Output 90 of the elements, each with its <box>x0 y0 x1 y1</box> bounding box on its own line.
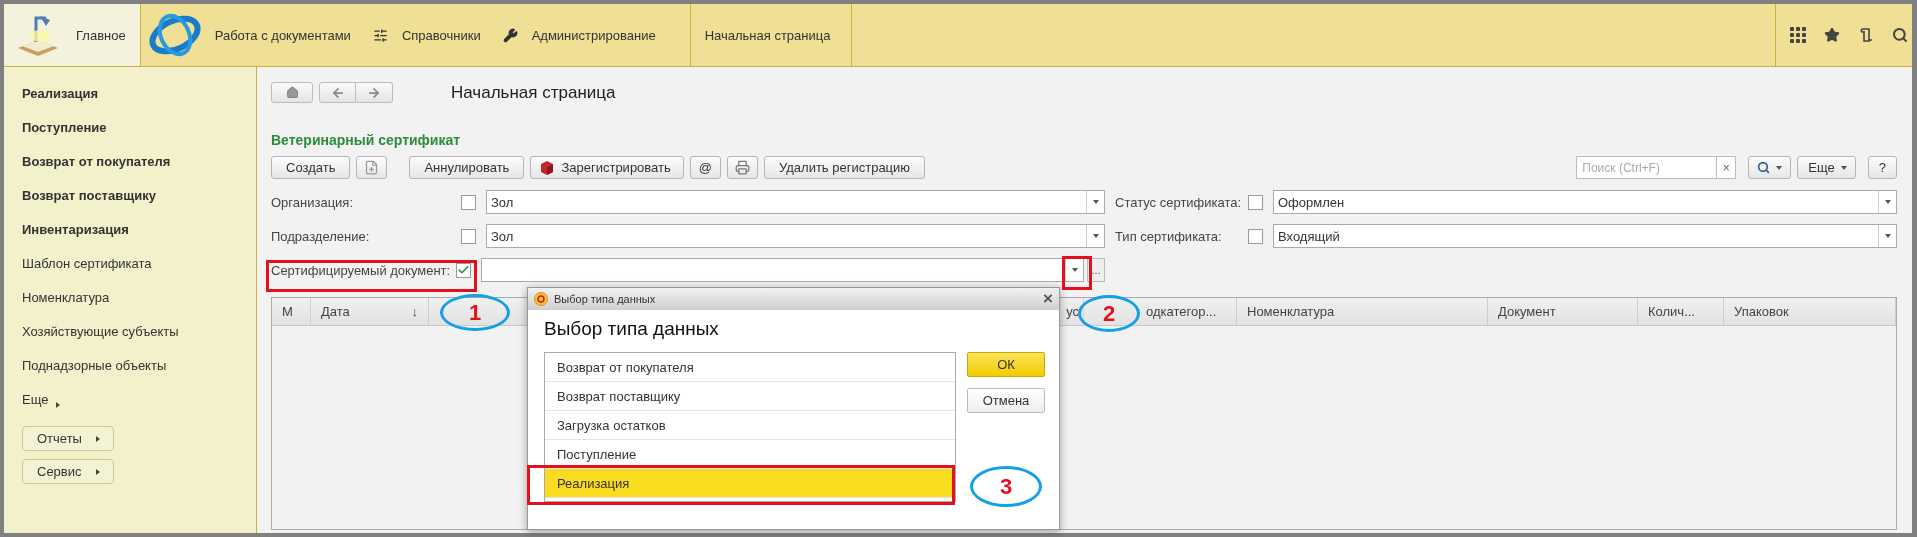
column-header[interactable]: ус <box>1066 304 1079 319</box>
filter-label: Статус сертификата: <box>1115 194 1243 210</box>
toolbar-button[interactable]: @ <box>689 156 721 179</box>
sidebar-link[interactable]: Поднадзорные объекты <box>22 358 256 392</box>
form-title: Ветеринарный сертификат <box>271 132 462 148</box>
select-field[interactable]: Зол <box>486 190 1105 214</box>
select-field[interactable]: Зол <box>486 224 1105 248</box>
nav-section[interactable]: Справочники <box>364 4 495 66</box>
dialog-title: Выбор типа данных <box>554 293 656 305</box>
nav-section[interactable]: Администрирование <box>494 4 670 66</box>
select-field[interactable] <box>481 258 1084 282</box>
clear-button[interactable]: × <box>1716 156 1737 179</box>
caret-icon <box>1071 268 1078 272</box>
step-callout: 3 <box>970 466 1042 507</box>
caret-icon <box>1884 234 1891 238</box>
more-link[interactable]: Еще <box>22 392 256 426</box>
open-tab[interactable]: Начальная страница <box>689 4 852 66</box>
sidebar-link[interactable]: Шаблон сертификата <box>22 256 256 290</box>
caret-icon <box>1776 165 1783 170</box>
dialog-heading: Выбор типа данных <box>544 318 720 340</box>
filter-label: Подразделение: <box>271 228 371 244</box>
arrow-icon <box>56 402 61 408</box>
toolbar-button[interactable] <box>727 156 758 179</box>
nav-section[interactable]: Главное <box>4 4 141 66</box>
step-callout: 1 <box>440 294 510 331</box>
scroll-icon[interactable] <box>1858 27 1874 43</box>
cancel-button[interactable]: Отмена <box>967 388 1045 413</box>
wrench-icon <box>502 27 518 43</box>
search-icon <box>1757 161 1771 174</box>
page-title: Начальная страница <box>451 82 616 103</box>
back-button[interactable] <box>319 82 356 103</box>
checkbox[interactable] <box>461 228 476 244</box>
printer-icon <box>735 160 750 175</box>
close-button[interactable]: × <box>1043 289 1053 309</box>
search-button[interactable] <box>1748 156 1792 179</box>
column-header[interactable]: одкатегор... <box>1146 304 1217 319</box>
column-header[interactable]: Дата <box>321 304 350 319</box>
forward-button[interactable] <box>356 82 393 103</box>
ok-button[interactable]: ОК <box>967 352 1045 377</box>
sort-arrow: ↓ <box>411 304 418 319</box>
search-field[interactable]: Поиск (Ctrl+F) <box>1576 156 1717 179</box>
column-header[interactable]: М <box>282 304 293 319</box>
grid-icon[interactable] <box>1790 27 1806 43</box>
filter-label: Тип сертификата: <box>1115 228 1223 244</box>
list-icon <box>372 27 388 43</box>
select-field[interactable]: Входящий <box>1273 224 1897 248</box>
select-field[interactable]: Оформлен <box>1273 190 1897 214</box>
checkbox[interactable] <box>461 194 476 210</box>
more-button[interactable]: Еще <box>1797 156 1856 179</box>
filter-label: Организация: <box>271 194 355 210</box>
checkbox[interactable] <box>1248 228 1263 244</box>
checkbox[interactable] <box>1248 194 1263 210</box>
caret-icon <box>1092 200 1099 204</box>
star-icon[interactable] <box>1824 27 1840 43</box>
help-button[interactable]: ? <box>1867 156 1897 179</box>
sidebar-link[interactable]: Инвентаризация <box>22 222 256 256</box>
menu-button[interactable]: Отчеты <box>22 426 114 451</box>
nav-section[interactable]: Работа с документами <box>140 4 365 66</box>
column-header[interactable]: Упаковок <box>1734 304 1789 319</box>
column-header[interactable]: Номенклатура <box>1247 304 1335 319</box>
highlight-frame <box>1062 256 1092 290</box>
home-button[interactable] <box>271 82 313 103</box>
search-icon[interactable] <box>1892 27 1908 43</box>
toolbar-button[interactable]: Создать <box>271 156 351 179</box>
toolbar-button[interactable]: Удалить регистрацию <box>764 156 926 179</box>
column-header[interactable]: Документ <box>1498 304 1556 319</box>
list-item[interactable]: Реализация <box>545 469 955 498</box>
arrow-icon <box>95 468 100 475</box>
sidebar-link[interactable]: Номенклатура <box>22 290 256 324</box>
caret-icon <box>1840 165 1847 170</box>
filter-label: Сертифицируемый документ: <box>271 262 451 278</box>
toolbar-button[interactable]: Зарегистрировать <box>530 156 684 179</box>
home-icon <box>285 86 299 99</box>
add-document-icon <box>364 160 380 175</box>
menu-button[interactable]: Сервис <box>22 459 114 484</box>
toolbar-button[interactable]: Аннулировать <box>409 156 525 179</box>
sidebar-link[interactable]: Поступление <box>22 120 256 154</box>
sidebar-link[interactable]: Хозяйствующие субъекты <box>22 324 256 358</box>
logo-icon <box>148 12 201 58</box>
toolbar-button[interactable] <box>356 156 388 179</box>
cube-icon <box>539 159 556 176</box>
sidebar-link[interactable]: Возврат поставщику <box>22 188 256 222</box>
app-logo-icon <box>534 292 548 306</box>
arrow-icon <box>95 435 100 442</box>
caret-icon <box>1092 234 1099 238</box>
sidebar-link[interactable]: Возврат от покупателя <box>22 154 256 188</box>
step-callout: 2 <box>1078 295 1140 332</box>
column-header[interactable]: Колич... <box>1648 304 1695 319</box>
caret-icon <box>1884 200 1891 204</box>
sidebar-link[interactable]: Реализация <box>22 86 256 120</box>
